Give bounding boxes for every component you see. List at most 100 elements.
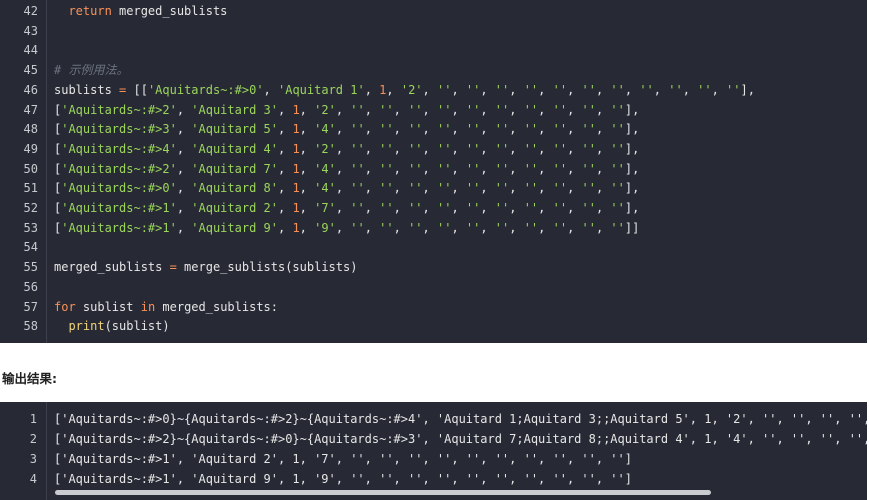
line-number: 57 xyxy=(23,299,38,314)
code-line: 57 for sublist in merged_sublists: xyxy=(0,298,867,317)
code-token: , xyxy=(176,181,192,196)
code-line: 53 ['Aquitards~:#>1', 'Aquitard 9', 1, '9… xyxy=(0,219,867,238)
code-token: '' xyxy=(379,122,394,137)
code-token: , xyxy=(595,102,611,117)
code-token: '7' xyxy=(314,201,336,215)
code-token: '' xyxy=(465,141,481,156)
code-token: , xyxy=(595,181,611,196)
code-token: '' xyxy=(350,161,365,176)
code-token: '' xyxy=(408,161,423,176)
code-text: ['Aquitards~:#>3', 'Aquitard 5', 1, '4',… xyxy=(54,120,639,139)
horizontal-scrollbar[interactable] xyxy=(55,490,711,495)
code-token: , xyxy=(364,122,380,137)
code-token: '' xyxy=(436,161,452,176)
code-token: 1 xyxy=(292,122,300,137)
code-text: for sublist in merged_sublists: xyxy=(54,298,278,317)
code-token: '' xyxy=(697,82,712,97)
code-token: , xyxy=(538,161,553,176)
code-token: , xyxy=(567,102,582,117)
line-number: 54 xyxy=(23,240,38,255)
code-token: '' xyxy=(350,201,365,215)
code-token: , xyxy=(480,220,495,235)
code-token: '' xyxy=(379,181,394,196)
code-token: , xyxy=(538,122,553,137)
code-token: '' xyxy=(523,102,539,117)
code-token: 'Aquitard 8' xyxy=(191,181,278,196)
code-token: '' xyxy=(552,161,568,176)
code-text: # 示例用法。 xyxy=(54,61,128,80)
code-token: 'Aquitard 7' xyxy=(191,161,278,176)
code-token: '' xyxy=(523,141,539,156)
line-number: 4 xyxy=(29,472,37,486)
code-token: '' xyxy=(610,141,625,156)
code-token: , xyxy=(393,102,409,117)
code-token: '' xyxy=(523,82,539,97)
code-token: , xyxy=(386,82,401,97)
code-line: 50 ['Aquitards~:#>2', 'Aquitard 7', 1, '4… xyxy=(0,160,867,179)
code-token: , xyxy=(335,181,351,196)
line-number: 58 xyxy=(23,319,38,334)
code-token: , xyxy=(567,181,582,196)
code-token: , xyxy=(393,161,409,176)
code-token: , xyxy=(451,122,466,137)
code-token: '' xyxy=(726,82,741,97)
code-token: '' xyxy=(465,102,481,117)
code-token: , xyxy=(277,141,293,156)
code-token: , xyxy=(509,122,524,137)
code-token: '' xyxy=(552,141,568,156)
code-token: 'Aquitards~:#>3' xyxy=(61,122,177,137)
code-token: , xyxy=(393,220,409,235)
code-token: , xyxy=(509,102,524,117)
code-text: print(sublist) xyxy=(54,317,169,336)
code-token: '' xyxy=(379,220,394,235)
code-token: '' xyxy=(523,122,539,137)
code-token: , xyxy=(364,102,380,117)
code-token: '' xyxy=(408,102,423,117)
code-token: '' xyxy=(494,201,510,215)
code-token: , xyxy=(364,220,380,235)
code-token: '' xyxy=(436,201,452,215)
code-token: '2' xyxy=(314,102,336,117)
code-token: '' xyxy=(581,220,596,235)
line-number: 2 xyxy=(29,432,37,446)
code-token: , xyxy=(335,141,351,156)
code-token: '' xyxy=(436,102,452,117)
code-token: ]] xyxy=(624,220,640,235)
code-token: '' xyxy=(581,181,596,196)
code-token: , xyxy=(299,201,315,215)
code-token: , xyxy=(393,181,409,196)
line-number: 46 xyxy=(23,82,38,97)
code-token: '' xyxy=(610,82,625,97)
code-token: '' xyxy=(552,220,568,235)
line-number: 56 xyxy=(23,279,38,294)
code-token: , xyxy=(538,141,553,156)
code-token: ], xyxy=(624,161,640,176)
code-token: , xyxy=(299,122,315,137)
code-token: '' xyxy=(523,201,539,215)
code-block[interactable]: 42 return merged_sublists 43 44 45 # 示例用法。 46… xyxy=(0,0,867,343)
code-token: '' xyxy=(581,122,596,137)
code-token: , xyxy=(653,82,669,97)
code-token: merged_sublists xyxy=(54,260,170,275)
code-token: , xyxy=(595,82,611,97)
code-token: '' xyxy=(581,161,596,176)
code-token: , xyxy=(595,141,611,156)
code-token: merged_sublists: xyxy=(155,299,278,314)
code-token: '' xyxy=(494,82,510,97)
line-number: 3 xyxy=(29,452,37,466)
code-text: merged_sublists = merge_sublists(sublist… xyxy=(54,258,357,277)
code-token: ], xyxy=(624,201,640,215)
code-token: '2' xyxy=(314,141,336,156)
code-token: '4' xyxy=(314,122,336,137)
code-token: , xyxy=(364,201,380,215)
code-token: '' xyxy=(436,141,452,156)
code-token: '' xyxy=(523,181,539,196)
code-token: , xyxy=(277,102,293,117)
code-token: '' xyxy=(465,220,481,235)
code-line: 44 xyxy=(0,41,867,60)
output-block[interactable]: 1 ['Aquitards~:#>0}~{Aquitards~:#>2}~{Aqu… xyxy=(0,402,867,500)
code-token: , xyxy=(451,220,466,235)
line-number: 50 xyxy=(23,161,38,176)
line-number: 53 xyxy=(23,220,38,235)
